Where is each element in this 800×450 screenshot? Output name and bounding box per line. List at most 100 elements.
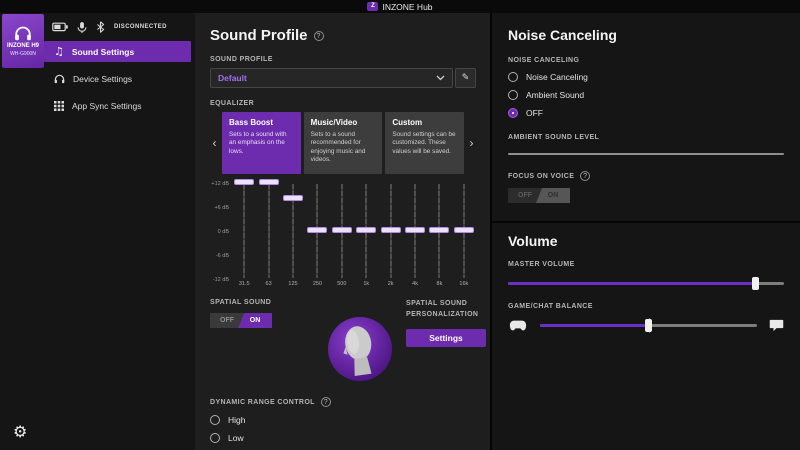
eq-band-handle[interactable] [356, 227, 377, 233]
eq-band-handle[interactable] [453, 227, 474, 233]
profile-selected-value: Default [218, 73, 247, 83]
equalizer-plot [232, 179, 476, 278]
volume-title: Volume [508, 233, 558, 249]
eq-band-handle[interactable] [258, 179, 279, 185]
spatial-sound-block: SPATIAL SOUND OFF ON [210, 299, 314, 383]
radio-icon [210, 433, 220, 443]
radio-dynamic-range-high[interactable]: High [210, 415, 476, 425]
spatial-head-image [326, 315, 394, 383]
sound-profile-dropdown-row: Default ✎ [210, 68, 476, 88]
radio-ambient-sound[interactable]: Ambient Sound [508, 90, 784, 100]
preset-card-music-video[interactable]: Music/Video Sets to a sound recommended … [303, 112, 383, 174]
preset-name: Bass Boost [229, 118, 274, 127]
focus-on-voice-toggle-disabled: OFF ON [508, 188, 570, 203]
game-chat-balance-slider[interactable] [540, 318, 757, 333]
presets-next-button[interactable]: › [467, 112, 476, 174]
eq-band-125[interactable] [281, 182, 305, 278]
eq-x-tick-label: 2k [387, 281, 394, 287]
radio-noise-canceling[interactable]: Noise Canceling [508, 72, 784, 82]
battery-icon [52, 22, 68, 32]
edit-profile-button[interactable]: ✎ [455, 68, 476, 88]
eq-band-16k[interactable] [452, 182, 476, 278]
profile-select[interactable]: Default [210, 68, 453, 88]
focus-on-voice-label: FOCUS ON VOICE [508, 172, 575, 180]
app-title: INZONE Hub [382, 1, 433, 12]
eq-band-8k[interactable] [427, 182, 451, 278]
personalization-settings-button[interactable]: Settings [406, 329, 486, 347]
sidebar-nav: ♫ Sound Settings Device Settings App Syn… [44, 41, 191, 116]
device-status-row: DISCONNECTED [52, 18, 167, 36]
eq-x-tick-label: 63 [265, 281, 272, 287]
spatial-sound-toggle[interactable]: OFF ON [210, 313, 272, 328]
gear-icon[interactable]: ⚙ [13, 424, 27, 440]
preset-card-custom[interactable]: Custom Sound settings can be customized.… [385, 112, 465, 174]
eq-band-1k[interactable] [354, 182, 378, 278]
sound-profile-title: Sound Profile ? [210, 27, 476, 44]
eq-band-500[interactable] [330, 182, 354, 278]
ambient-level-label: AMBIENT SOUND LEVEL [508, 134, 600, 141]
mic-icon [77, 21, 87, 33]
equalizer-presets: ‹ Bass Boost Sets to a sound with an emp… [210, 112, 476, 174]
slider-thumb[interactable] [644, 319, 652, 332]
eq-x-tick-label: 500 [337, 281, 347, 287]
eq-band-4k[interactable] [403, 182, 427, 278]
headphones-icon [54, 74, 65, 83]
eq-band-handle[interactable] [405, 227, 426, 233]
app-logo-icon: Z [367, 2, 379, 11]
sidebar-item-sound-settings[interactable]: ♫ Sound Settings [44, 41, 191, 62]
sound-profile-title-text: Sound Profile [210, 27, 308, 44]
eq-band-31.5[interactable] [232, 179, 256, 278]
preset-description: Sound settings can be customized. These … [392, 131, 456, 155]
help-icon[interactable]: ? [580, 171, 591, 181]
eq-x-tick-label: 1k [363, 281, 370, 287]
chevron-down-icon [436, 75, 445, 81]
radio-label: Noise Canceling [526, 72, 588, 82]
radio-icon-checked [508, 108, 518, 118]
radio-dynamic-range-low[interactable]: Low [210, 433, 476, 443]
radio-icon [508, 72, 518, 82]
eq-x-tick-label: 250 [312, 281, 323, 287]
sidebar-item-app-sync-settings[interactable]: App Sync Settings [44, 95, 191, 116]
game-chat-balance-row [508, 318, 784, 333]
eq-x-tick-label: 16k [459, 281, 469, 287]
eq-band-handle[interactable] [307, 227, 328, 233]
eq-band-2k[interactable] [378, 182, 402, 278]
eq-band-handle[interactable] [429, 227, 450, 233]
eq-band-250[interactable] [305, 182, 329, 278]
toggle-off-segment[interactable]: OFF [210, 313, 244, 328]
eq-y-tick-label: +6 dB [214, 205, 229, 211]
pencil-icon: ✎ [461, 73, 470, 83]
master-volume-label: MASTER VOLUME [508, 261, 575, 268]
radio-label: OFF [526, 108, 543, 118]
eq-x-tick-label: 31.5 [238, 281, 250, 287]
slider-thumb[interactable] [752, 277, 760, 290]
grid-icon [54, 100, 64, 111]
device-name: INZONE H9 [6, 42, 39, 49]
game-controller-icon [509, 320, 527, 331]
sidebar-item-label: App Sync Settings [72, 100, 142, 111]
sidebar-item-device-settings[interactable]: Device Settings [44, 68, 191, 89]
eq-band-handle[interactable] [234, 179, 255, 185]
equalizer-chart: +12 dB +6 dB 0 dB -6 dB -12 dB [210, 179, 476, 283]
spatial-personalization-block: SPATIAL SOUND PERSONALIZATION ? Settings [406, 299, 490, 383]
eq-x-tick-label: 4k [412, 281, 418, 287]
radio-nc-off[interactable]: OFF [508, 108, 784, 118]
preset-card-bass-boost[interactable]: Bass Boost Sets to a sound with an empha… [222, 112, 301, 174]
help-icon[interactable]: ? [313, 30, 324, 41]
eq-band-handle[interactable] [283, 194, 304, 201]
device-tile[interactable]: INZONE H9 WH-G900N [2, 14, 44, 68]
game-chat-balance-label: GAME/CHAT BALANCE [508, 303, 593, 310]
eq-band-handle[interactable] [331, 227, 352, 233]
chevron-left-icon: ‹ [212, 136, 217, 150]
master-volume-slider[interactable] [508, 276, 784, 291]
eq-band-63[interactable] [256, 179, 280, 278]
radio-label: Ambient Sound [526, 90, 585, 100]
help-icon[interactable]: ? [320, 397, 331, 407]
radio-label: Low [228, 433, 244, 443]
device-model: WH-G900N [10, 50, 36, 57]
eq-band-handle[interactable] [380, 227, 401, 233]
eq-band-track [267, 184, 270, 278]
eq-y-tick-label: 0 dB [217, 229, 229, 235]
presets-prev-button[interactable]: ‹ [210, 112, 219, 174]
toggle-off-segment: OFF [508, 188, 542, 203]
